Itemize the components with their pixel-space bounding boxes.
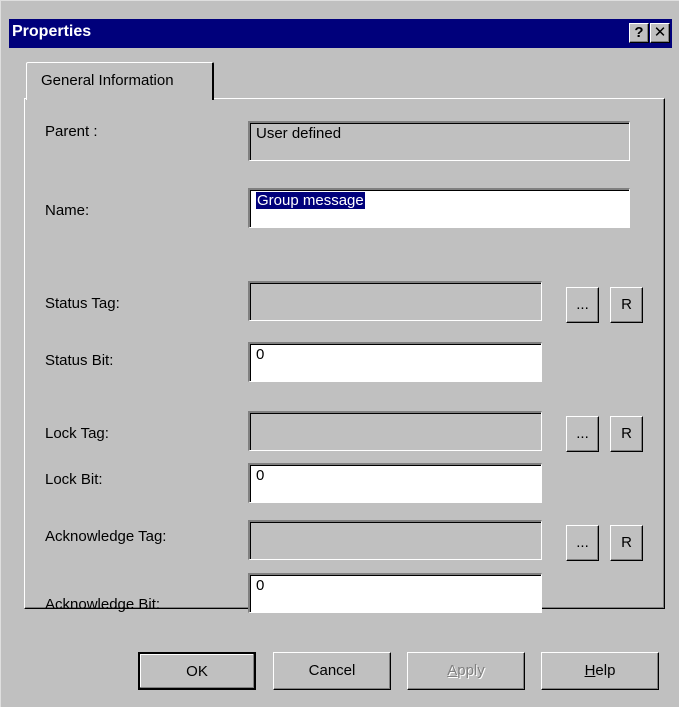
name-value-selected: Group message xyxy=(256,192,365,209)
acknowledge-tag-browse-button[interactable]: ... xyxy=(566,525,599,561)
lock-bit-input[interactable]: 0 xyxy=(248,463,542,503)
window-title: Properties xyxy=(12,23,92,40)
lock-bit-label: Lock Bit: xyxy=(45,471,103,488)
name-input[interactable]: Group message xyxy=(248,188,630,228)
apply-mnemonic: A xyxy=(447,662,458,679)
help-question-button[interactable]: ? xyxy=(629,23,649,43)
acknowledge-bit-label: Acknowledge Bit: xyxy=(45,596,161,613)
ok-button[interactable]: OK xyxy=(138,652,256,690)
help-mnemonic: H xyxy=(584,662,596,679)
help-button[interactable]: Help xyxy=(541,652,659,690)
tab-label: General Information xyxy=(41,72,174,89)
lock-tag-field xyxy=(248,411,542,451)
help-label-rest: elp xyxy=(595,662,616,679)
acknowledge-tag-field xyxy=(248,520,542,560)
status-tag-browse-button[interactable]: ... xyxy=(566,287,599,323)
parent-label: Parent : xyxy=(45,123,98,140)
lock-bit-value: 0 xyxy=(256,467,265,484)
status-bit-input[interactable]: 0 xyxy=(248,342,542,382)
apply-button[interactable]: Apply xyxy=(407,652,525,690)
lock-tag-label: Lock Tag: xyxy=(45,425,109,442)
lock-tag-reset-button[interactable]: R xyxy=(610,416,643,452)
properties-dialog: Properties ? ✕ General Information Paren… xyxy=(0,0,679,707)
apply-label-rest: pply xyxy=(457,662,485,679)
status-bit-label: Status Bit: xyxy=(45,352,114,369)
status-tag-field xyxy=(248,281,542,321)
acknowledge-tag-reset-button[interactable]: R xyxy=(610,525,643,561)
tab-general-information[interactable]: General Information xyxy=(26,62,214,100)
title-bar[interactable]: Properties ? ✕ xyxy=(9,19,672,48)
parent-field: User defined xyxy=(248,121,630,161)
cancel-button[interactable]: Cancel xyxy=(273,652,391,690)
status-tag-label: Status Tag: xyxy=(45,295,120,312)
status-bit-value: 0 xyxy=(256,346,265,363)
status-tag-reset-button[interactable]: R xyxy=(610,287,643,323)
lock-tag-browse-button[interactable]: ... xyxy=(566,416,599,452)
close-icon[interactable]: ✕ xyxy=(650,23,670,43)
acknowledge-tag-label: Acknowledge Tag: xyxy=(45,528,167,545)
acknowledge-bit-value: 0 xyxy=(256,577,265,594)
name-label: Name: xyxy=(45,202,90,219)
acknowledge-bit-input[interactable]: 0 xyxy=(248,573,542,613)
parent-value: User defined xyxy=(256,125,342,142)
